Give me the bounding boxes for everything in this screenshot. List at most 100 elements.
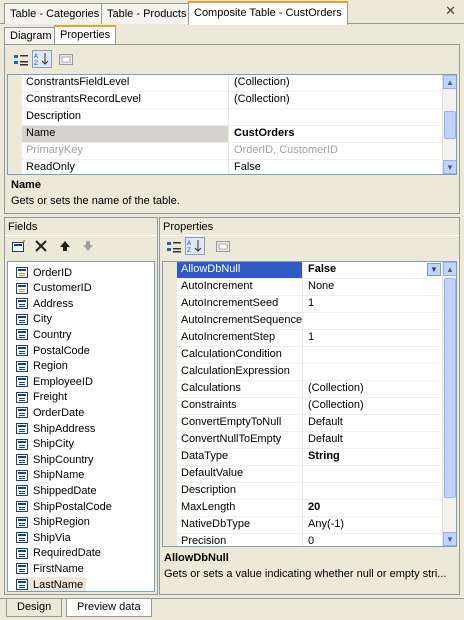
scroll-down-icon[interactable]: ▼ bbox=[443, 160, 456, 174]
field-grid-scrollbar[interactable]: ▲ ▼ bbox=[442, 262, 456, 546]
list-item[interactable]: ShipCity bbox=[16, 437, 74, 452]
property-value[interactable]: False bbox=[304, 262, 336, 278]
list-item[interactable]: Freight bbox=[16, 390, 67, 405]
chevron-down-icon[interactable]: ▼ bbox=[427, 263, 441, 276]
list-item[interactable]: Country bbox=[16, 327, 72, 342]
field-icon bbox=[16, 532, 28, 544]
property-name: Name bbox=[22, 126, 229, 142]
property-pages-icon[interactable] bbox=[56, 51, 76, 69]
list-item[interactable]: ShippedDate bbox=[16, 483, 97, 498]
grid-row[interactable]: CalculationCondition bbox=[177, 347, 441, 364]
property-value[interactable]: (Collection) bbox=[230, 75, 290, 91]
field-properties-panel: Properties AZ AllowDbNull False ▼ AutoIn… bbox=[159, 217, 460, 595]
property-value[interactable]: OrderID, CustomerID bbox=[230, 143, 338, 159]
grid-row[interactable]: AutoIncrement None bbox=[177, 279, 441, 296]
grid-row[interactable]: AutoIncrementSequenceN bbox=[177, 313, 441, 330]
property-value[interactable] bbox=[304, 313, 308, 329]
property-value[interactable]: 1 bbox=[304, 330, 314, 346]
property-pages-icon[interactable] bbox=[213, 238, 233, 256]
grid-row[interactable]: Precision 0 bbox=[177, 534, 441, 546]
list-item[interactable]: City bbox=[16, 312, 52, 327]
scroll-thumb[interactable] bbox=[444, 278, 456, 498]
list-item[interactable]: ShipName bbox=[16, 468, 84, 483]
grid-row[interactable]: CalculationExpression bbox=[177, 364, 441, 381]
scroll-thumb[interactable] bbox=[444, 111, 456, 139]
property-value[interactable] bbox=[304, 483, 308, 499]
grid-row[interactable]: Constraints (Collection) bbox=[177, 398, 441, 415]
property-value[interactable]: 0 bbox=[304, 534, 314, 546]
list-item[interactable]: EmployeeID bbox=[16, 374, 93, 389]
list-item[interactable]: ShipAddress bbox=[16, 421, 95, 436]
tab-preview-data[interactable]: Preview data bbox=[66, 599, 152, 617]
tab-diagram[interactable]: Diagram bbox=[4, 27, 58, 44]
list-item[interactable]: PostalCode bbox=[16, 343, 90, 358]
property-value[interactable]: False bbox=[230, 160, 261, 174]
move-up-icon[interactable] bbox=[55, 237, 75, 255]
delete-field-icon[interactable] bbox=[31, 237, 51, 255]
tab-table-products[interactable]: Table - Products bbox=[101, 3, 193, 24]
list-item-selected[interactable]: LastName bbox=[16, 577, 87, 591]
property-name: AutoIncrementSequenceN bbox=[177, 313, 303, 329]
tab-composite-table-custorders[interactable]: Composite Table - CustOrders bbox=[188, 1, 348, 25]
list-item[interactable]: Region bbox=[16, 359, 68, 374]
add-field-icon[interactable] bbox=[9, 237, 29, 255]
property-value[interactable] bbox=[304, 466, 308, 482]
grid-row[interactable]: Description bbox=[177, 483, 441, 500]
scroll-up-icon[interactable]: ▲ bbox=[443, 262, 456, 276]
grid-row[interactable]: ConstrantsFieldLevel (Collection) bbox=[22, 75, 441, 92]
scroll-up-icon[interactable]: ▲ bbox=[443, 75, 456, 89]
grid-row[interactable]: AutoIncrementStep 1 bbox=[177, 330, 441, 347]
alphabetical-view-icon[interactable]: AZ bbox=[185, 237, 205, 255]
categorized-view-icon[interactable] bbox=[164, 238, 184, 256]
property-name: AutoIncrementSeed bbox=[177, 296, 303, 312]
property-value[interactable]: (Collection) bbox=[304, 381, 364, 397]
alphabetical-view-icon[interactable]: AZ bbox=[32, 50, 52, 68]
document-tab-strip: Table - Categories Table - Products Comp… bbox=[0, 0, 464, 25]
property-value[interactable]: 1 bbox=[304, 296, 314, 312]
property-value[interactable]: Any(-1) bbox=[304, 517, 344, 533]
property-value[interactable] bbox=[304, 364, 308, 380]
grid-row[interactable]: PrimaryKey OrderID, CustomerID bbox=[22, 143, 441, 160]
list-item[interactable]: CustomerID bbox=[16, 281, 92, 296]
tab-properties[interactable]: Properties bbox=[54, 25, 117, 45]
property-value[interactable]: None bbox=[304, 279, 334, 295]
property-value[interactable]: (Collection) bbox=[230, 92, 290, 108]
grid-row[interactable]: Calculations (Collection) bbox=[177, 381, 441, 398]
property-value[interactable]: (Collection) bbox=[304, 398, 364, 414]
property-value[interactable]: Default bbox=[304, 415, 343, 431]
list-item[interactable]: ShipVia bbox=[16, 530, 71, 545]
grid-row[interactable]: ConstrantsRecordLevel (Collection) bbox=[22, 92, 441, 109]
list-item[interactable]: Address bbox=[16, 296, 73, 311]
list-item[interactable]: FirstName bbox=[16, 561, 84, 576]
close-icon[interactable]: ✕ bbox=[445, 3, 456, 19]
grid-row[interactable]: DataType String bbox=[177, 449, 441, 466]
grid-row[interactable]: Description bbox=[22, 109, 441, 126]
top-grid-scrollbar[interactable]: ▲ ▼ bbox=[442, 75, 456, 174]
grid-row[interactable]: ConvertNullToEmpty Default bbox=[177, 432, 441, 449]
divider bbox=[5, 235, 157, 236]
list-item[interactable]: ShipPostalCode bbox=[16, 499, 112, 514]
grid-row-selected[interactable]: Name CustOrders bbox=[22, 126, 441, 143]
list-item[interactable]: OrderDate bbox=[16, 405, 84, 420]
grid-row-selected[interactable]: AllowDbNull False ▼ bbox=[177, 262, 441, 279]
property-value[interactable]: String bbox=[304, 449, 340, 465]
grid-row[interactable]: ConvertEmptyToNull Default bbox=[177, 415, 441, 432]
property-value[interactable]: CustOrders bbox=[230, 126, 295, 142]
property-value[interactable]: 20 bbox=[304, 500, 320, 516]
list-item[interactable]: OrderID bbox=[16, 265, 72, 280]
property-value[interactable] bbox=[230, 109, 234, 125]
tab-design[interactable]: Design bbox=[6, 599, 63, 617]
list-item[interactable]: ShipRegion bbox=[16, 515, 90, 530]
list-item[interactable]: RequiredDate bbox=[16, 546, 101, 561]
grid-row[interactable]: NativeDbType Any(-1) bbox=[177, 517, 441, 534]
grid-row[interactable]: DefaultValue bbox=[177, 466, 441, 483]
grid-row[interactable]: ReadOnly False bbox=[22, 160, 441, 174]
list-item[interactable]: ShipCountry bbox=[16, 452, 94, 467]
tab-table-categories[interactable]: Table - Categories bbox=[4, 3, 106, 24]
scroll-down-icon[interactable]: ▼ bbox=[443, 532, 456, 546]
property-value[interactable] bbox=[304, 347, 308, 363]
grid-row[interactable]: AutoIncrementSeed 1 bbox=[177, 296, 441, 313]
property-value[interactable]: Default bbox=[304, 432, 343, 448]
grid-row[interactable]: MaxLength 20 bbox=[177, 500, 441, 517]
categorized-view-icon[interactable] bbox=[11, 51, 31, 69]
